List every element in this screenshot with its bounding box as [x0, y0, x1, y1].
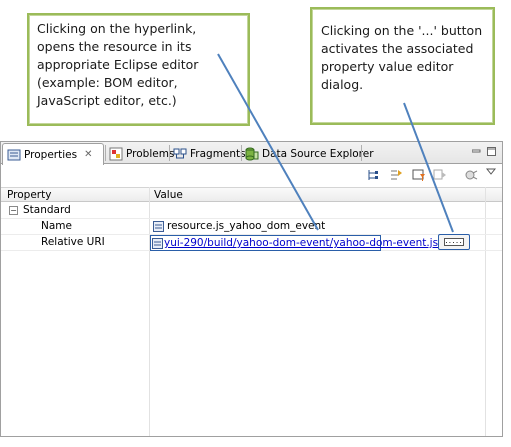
callout-line: appropriate Eclipse editor [37, 57, 199, 72]
minimize-icon[interactable] [471, 146, 481, 155]
property-name: Name [41, 220, 72, 232]
fragments-icon [173, 147, 187, 161]
callout-line: (example: BOM editor, [37, 75, 178, 90]
tab-properties[interactable]: Properties ✕ [2, 143, 104, 165]
collapse-toggle[interactable]: − [9, 206, 18, 215]
callout-line: Clicking on the hyperlink, [37, 21, 197, 36]
button-callout: Clicking on the '...' button activates t… [310, 7, 495, 125]
properties-view: Properties ✕ Problems Fragments Data Sou… [0, 141, 503, 437]
property-editor-button[interactable]: ..... [438, 234, 470, 250]
property-row-relative-uri[interactable]: Relative URI yui-290/build/yahoo-dom-eve… [1, 234, 502, 251]
view-tab-bar: Properties ✕ Problems Fragments Data Sou… [1, 142, 502, 165]
data-source-explorer-icon [245, 147, 259, 161]
callout-line: JavaScript editor, etc.) [37, 93, 177, 108]
close-icon[interactable]: ✕ [84, 149, 92, 160]
view-toolbar [1, 164, 502, 186]
group-label: Standard [23, 204, 71, 216]
property-grid-header: Property Value [1, 187, 502, 202]
tab-fragments[interactable]: Fragments [169, 143, 246, 164]
filter-icon[interactable] [412, 168, 426, 182]
properties-icon [7, 148, 21, 162]
property-value: resource.js_yahoo_dom_event [167, 220, 326, 232]
property-name: Relative URI [41, 236, 105, 248]
tab-problems[interactable]: Problems [105, 143, 174, 164]
tab-label: Problems [126, 147, 175, 160]
restore-default-icon[interactable] [433, 168, 447, 182]
maximize-icon[interactable] [487, 146, 496, 156]
callout-line: activates the associated [321, 41, 474, 56]
tab-label: Data Source Explorer [262, 147, 374, 160]
js-file-icon [152, 238, 163, 249]
column-header-property[interactable]: Property [7, 189, 51, 201]
ellipsis-label: ..... [444, 236, 464, 246]
show-advanced-icon[interactable] [389, 168, 403, 182]
relative-uri-field[interactable]: yui-290/build/yahoo-dom-event/yahoo-dom-… [150, 235, 438, 251]
callout-line: property value editor [321, 59, 454, 74]
js-file-icon [153, 221, 164, 232]
callout-line: Clicking on the '...' button [321, 23, 483, 38]
problems-icon [109, 147, 123, 161]
property-row-name[interactable]: Name resource.js_yahoo_dom_event [1, 219, 502, 235]
callout-line: opens the resource in its [37, 39, 192, 54]
tab-divider [361, 145, 362, 161]
show-categories-icon[interactable] [366, 168, 380, 182]
column-header-value[interactable]: Value [154, 189, 183, 201]
hyperlink-callout: Clicking on the hyperlink, opens the res… [27, 13, 250, 126]
callout-line: dialog. [321, 77, 364, 92]
relative-uri-hyperlink[interactable]: yui-290/build/yahoo-dom-event/yahoo-dom-… [164, 237, 438, 249]
tab-data-source-explorer[interactable]: Data Source Explorer [241, 143, 374, 164]
pin-icon[interactable] [464, 168, 478, 182]
tab-label: Fragments [190, 147, 246, 160]
tab-label: Properties [24, 148, 78, 161]
group-row-standard[interactable]: − Standard [1, 203, 502, 219]
view-menu-icon[interactable] [485, 167, 499, 181]
